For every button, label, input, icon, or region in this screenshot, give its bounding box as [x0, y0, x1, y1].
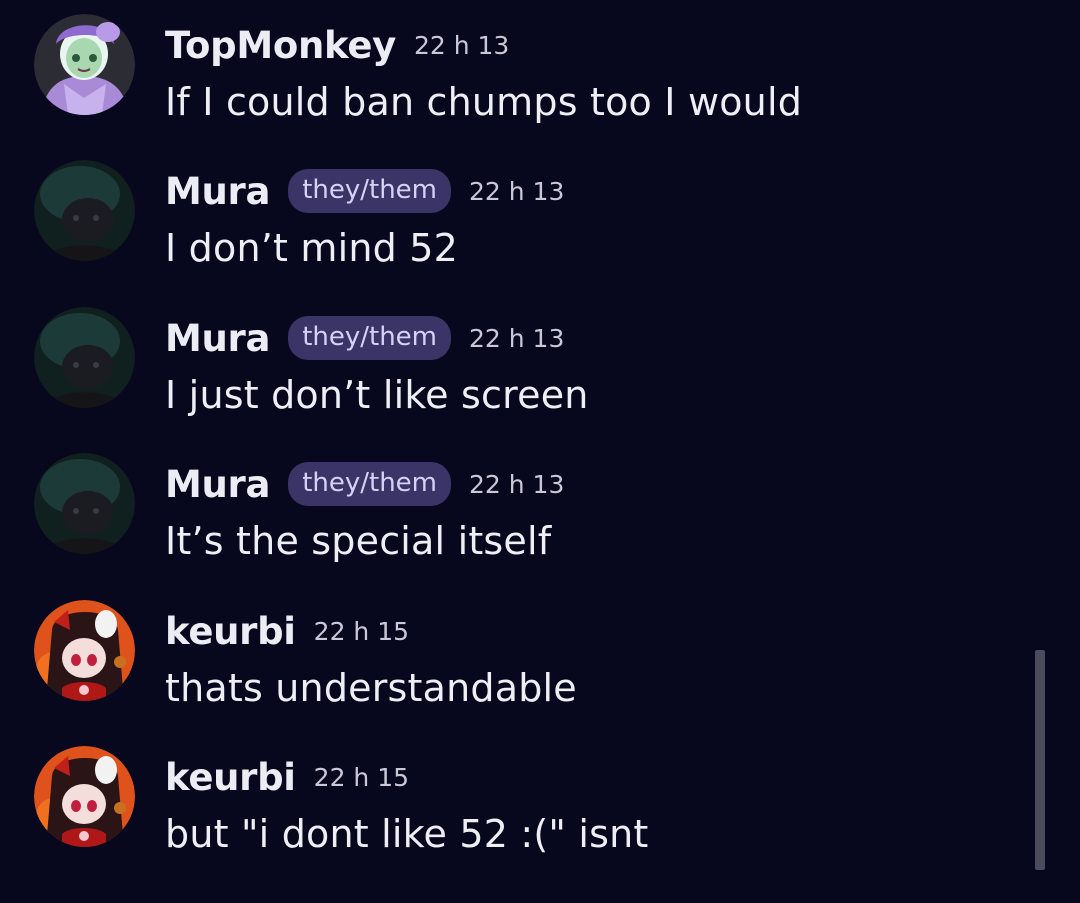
timestamp: 22 h 13: [469, 323, 565, 353]
chat-message: TopMonkey 22 h 13 If I could ban chumps …: [0, 0, 1020, 140]
timestamp: 22 h 13: [469, 176, 565, 206]
timestamp: 22 h 13: [469, 469, 565, 499]
message-text: but "i dont like 52 :(" isnt: [165, 812, 649, 856]
chat-message: keurbi 22 h 15 but "i dont like 52 :(" i…: [0, 732, 1020, 872]
mura-avatar[interactable]: [34, 307, 135, 408]
username[interactable]: Mura: [165, 317, 270, 360]
keurbi-avatar[interactable]: [34, 600, 135, 701]
chat-message: Mura they/them 22 h 13 It’s the special …: [0, 439, 1020, 579]
message-header: Mura they/them 22 h 13: [165, 313, 564, 363]
timestamp: 22 h 15: [313, 762, 410, 792]
message-header: TopMonkey 22 h 13: [165, 20, 509, 70]
pronoun-badge: they/them: [288, 316, 451, 360]
message-header: Mura they/them 22 h 13: [165, 166, 564, 216]
timestamp: 22 h 15: [313, 616, 410, 646]
message-text: thats understandable: [165, 666, 577, 710]
username[interactable]: keurbi: [165, 610, 296, 653]
username[interactable]: keurbi: [165, 756, 296, 799]
pronoun-badge: they/them: [288, 169, 451, 213]
username[interactable]: Mura: [165, 170, 270, 213]
message-text: I don’t mind 52: [165, 226, 459, 270]
timestamp: 22 h 13: [413, 30, 510, 60]
pronoun-badge: they/them: [288, 462, 451, 506]
chat-message: keurbi 22 h 15 thats understandable: [0, 586, 1020, 726]
scrollbar[interactable]: [1035, 650, 1045, 870]
username[interactable]: TopMonkey: [165, 24, 396, 67]
message-text: It’s the special itself: [165, 519, 552, 563]
message-header: keurbi 22 h 15: [165, 606, 409, 656]
chat-message: Mura they/them 22 h 13 I just don’t like…: [0, 293, 1020, 433]
chat-message-list: TopMonkey 22 h 13 If I could ban chumps …: [0, 0, 1080, 903]
message-text: I just don’t like screen: [165, 373, 589, 417]
mura-avatar[interactable]: [34, 453, 135, 554]
message-header: Mura they/them 22 h 13: [165, 459, 564, 509]
username[interactable]: Mura: [165, 463, 270, 506]
message-header: keurbi 22 h 15: [165, 752, 409, 802]
chat-message: Mura they/them 22 h 13 I don’t mind 52: [0, 146, 1020, 286]
mura-avatar[interactable]: [34, 160, 135, 261]
message-text: If I could ban chumps too I would: [165, 80, 803, 124]
topmonkey-avatar[interactable]: [34, 14, 135, 115]
keurbi-avatar[interactable]: [34, 746, 135, 847]
